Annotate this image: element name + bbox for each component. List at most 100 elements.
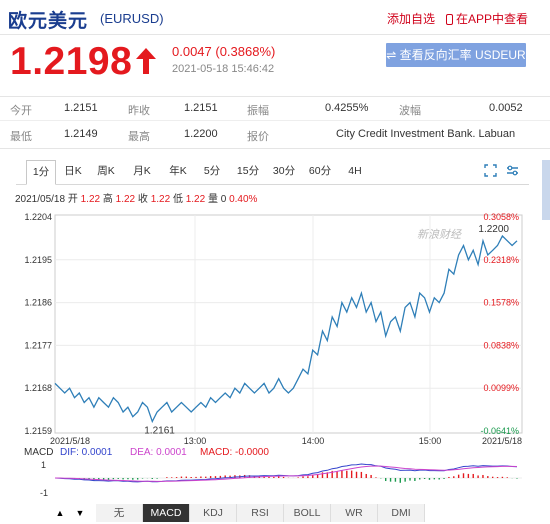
high-value: 1.2200 [184, 128, 218, 140]
tab-daily[interactable]: 日K [60, 160, 86, 182]
prev-close-value: 1.2151 [184, 102, 218, 114]
add-watchlist-link[interactable]: 添加自选 [387, 10, 435, 27]
price-change: 0.0047 (0.3868%) [172, 44, 276, 59]
indicator-tab-none[interactable]: 无 [96, 504, 143, 522]
stat-high-label: 高 [102, 194, 113, 205]
y-tick-label: 1.2159 [24, 426, 52, 436]
pct-tick-label: 0.3058% [483, 212, 519, 222]
divider [0, 34, 550, 35]
open-value: 1.2151 [64, 102, 98, 114]
macd-dea-line [55, 465, 518, 482]
ohlc-stat-line: 2021/05/18 开 1.22 高 1.22 收 1.22 低 1.22 量… [15, 190, 257, 205]
tab-weekly[interactable]: 周K [93, 160, 119, 182]
current-price: 1.2198 [10, 40, 133, 83]
high-price-label: 1.2200 [478, 224, 509, 235]
stat-open: 1.22 [80, 194, 101, 205]
pct-tick-label: 0.0099% [483, 383, 519, 393]
y-tick-label: 1.2177 [24, 340, 52, 350]
wave-label: 波幅 [399, 105, 421, 117]
pct-tick-label: 0.1578% [483, 298, 519, 308]
reverse-rate-button[interactable]: ⇌ 查看反向汇率 USDEUR [386, 43, 526, 67]
pct-axis-labels: 0.3058% 0.2318% 0.1578% 0.0838% 0.0099% -0.06… [480, 212, 519, 436]
quote-time: 2021-05-18 15:46:42 [172, 63, 275, 75]
y-tick-label: 1.2168 [24, 383, 52, 393]
stat-low: 1.22 [185, 194, 206, 205]
macd-label: MACD [24, 447, 53, 458]
tab-yearly[interactable]: 年K [165, 160, 191, 182]
x-tick-label: 14:00 [302, 436, 325, 446]
y-tick-label: 1.2186 [24, 298, 52, 308]
x-tick-label: 13:00 [184, 436, 207, 446]
settings-icon[interactable] [506, 164, 519, 177]
stat-date: 2021/05/18 [15, 194, 66, 205]
price-chart[interactable]: 1.2204 1.2195 1.2186 1.2177 1.2168 1.2159 0.3… [0, 205, 540, 501]
stat-vol-label: 量 [207, 194, 218, 205]
low-value: 1.2149 [64, 128, 98, 140]
pct-tick-label: 0.0838% [483, 340, 519, 350]
y-tick-label: 1.2204 [24, 212, 52, 222]
stat-vol: 0 [220, 194, 227, 205]
divider [0, 96, 550, 97]
stat-open-label: 开 [67, 194, 78, 205]
divider [0, 148, 550, 149]
pct-tick-label: 0.2318% [483, 255, 519, 265]
chart-grid [54, 214, 523, 434]
scroll-down-icon[interactable]: ▼ [73, 506, 87, 520]
indicator-tab-rsi[interactable]: RSI [237, 504, 284, 522]
open-in-app-link[interactable]: 在APP中查看 [446, 10, 528, 27]
tab-1min[interactable]: 1分 [26, 160, 56, 185]
high-label: 最高 [128, 131, 150, 143]
stat-low-label: 低 [172, 194, 183, 205]
tab-60min[interactable]: 60分 [306, 160, 334, 182]
indicator-tab-kdj[interactable]: KDJ [190, 504, 237, 522]
tab-30min[interactable]: 30分 [270, 160, 298, 182]
x-tick-label: 2021/5/18 [482, 436, 522, 446]
stat-pct: 0.40% [229, 194, 258, 205]
macd-dea: DEA: 0.0001 [130, 447, 187, 458]
stat-close-label: 收 [137, 194, 148, 205]
amplitude-label: 振幅 [247, 105, 269, 117]
fullscreen-icon[interactable] [484, 164, 497, 177]
y-axis-labels: 1.2204 1.2195 1.2186 1.2177 1.2168 1.2159 [24, 212, 52, 436]
page-title: 欧元美元 [8, 11, 89, 32]
header: 欧元美元 (EURUSD) 添加自选 在APP中查看 [0, 0, 550, 36]
x-axis-labels: 2021/5/18 13:00 14:00 15:00 2021/5/18 [50, 436, 522, 446]
period-toolbar: 1分 日K 周K 月K 年K 5分 15分 30分 60分 4H [16, 160, 529, 185]
indicator-tab-boll[interactable]: BOLL [284, 504, 331, 522]
tab-5min[interactable]: 5分 [199, 160, 225, 182]
macd-dif-line [54, 463, 518, 483]
wave-value: 0.0052 [489, 102, 523, 114]
macd-dif: DIF: 0.0001 [60, 447, 113, 458]
x-tick-label: 15:00 [419, 436, 442, 446]
tab-15min[interactable]: 15分 [234, 160, 262, 182]
pct-tick-label: -0.0641% [480, 426, 519, 436]
watermark: 新浪财经 [417, 228, 462, 241]
amplitude-value: 0.4255% [325, 102, 369, 114]
open-label: 今开 [10, 105, 32, 117]
low-label: 最低 [10, 131, 32, 143]
tab-4h[interactable]: 4H [342, 160, 368, 182]
macd-tick-top: 1 [41, 460, 46, 470]
stat-close: 1.22 [150, 194, 171, 205]
indicator-tab-macd[interactable]: MACD [143, 504, 190, 522]
phone-icon [446, 14, 453, 25]
price-series-line [54, 234, 518, 424]
stat-high: 1.22 [115, 194, 136, 205]
up-arrow-icon [136, 48, 156, 74]
quote-source-value: City Credit Investment Bank. Labuan [336, 128, 516, 140]
x-tick-label: 2021/5/18 [50, 436, 90, 446]
divider [0, 120, 550, 121]
plot-frame [54, 214, 523, 434]
quote-source-label: 报价 [247, 131, 269, 143]
indicator-tab-dmi[interactable]: DMI [378, 504, 425, 522]
open-in-app-label: 在APP中查看 [456, 12, 529, 26]
symbol-code: (EURUSD) [100, 11, 164, 26]
y-tick-label: 1.2195 [24, 255, 52, 265]
low-price-label: 1.2161 [144, 425, 175, 436]
macd-value: MACD: -0.0000 [200, 447, 269, 458]
scroll-up-icon[interactable]: ▲ [53, 506, 67, 520]
indicator-tab-wr[interactable]: WR [331, 504, 378, 522]
side-panel-edge [542, 160, 550, 220]
tab-monthly[interactable]: 月K [129, 160, 155, 182]
macd-tick-bottom: -1 [40, 488, 48, 498]
